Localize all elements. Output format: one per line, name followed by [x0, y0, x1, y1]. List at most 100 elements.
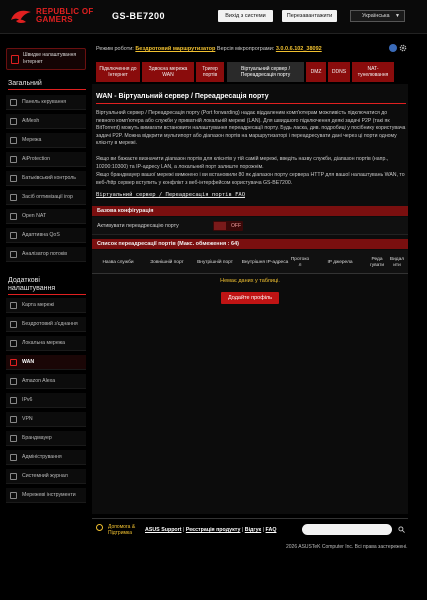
logout-button[interactable]: Вихід з системи: [218, 10, 273, 22]
vpn-icon: [10, 416, 17, 423]
chevron-down-icon: ▼: [395, 13, 400, 19]
col-protocol: Протоко л: [290, 257, 310, 268]
port-forwarding-list-header: Список переадресації портів (Макс. обмеж…: [92, 239, 408, 249]
sidebar-item-log[interactable]: Системний журнал: [6, 469, 86, 484]
sidebar-item-qos[interactable]: Адаптивна QoS: [6, 228, 86, 243]
brand-name: REPUBLIC OF GAMERS: [36, 8, 94, 24]
firmware-link[interactable]: 3.0.0.6.102_38092: [276, 46, 322, 52]
sidebar-item-label: IPv6: [22, 397, 33, 403]
tab-port-trigger[interactable]: Тригер портів: [196, 62, 224, 82]
col-edit: Реда гувати: [369, 257, 385, 268]
enable-port-forwarding-label: Активувати переадресацію порту: [97, 223, 179, 229]
sidebar-item-nat[interactable]: Open NAT: [6, 209, 86, 224]
globe-icon: [10, 359, 17, 366]
gamepad-icon: [10, 194, 17, 201]
title-divider: [96, 103, 406, 104]
footer-links: ASUS Support | Реєстрація продукту | Від…: [145, 527, 277, 533]
sidebar-item-dashboard[interactable]: Панель керування: [6, 95, 86, 110]
sidebar-item-label: VPN: [22, 416, 33, 422]
sidebar-item-label: Мережа: [22, 137, 42, 143]
dashboard-icon: [10, 99, 17, 106]
sidebar-item-label: Аналізатор потоків: [22, 251, 68, 257]
sidebar-item-label: WAN: [22, 359, 35, 365]
language-select[interactable]: Українська ▼: [350, 10, 405, 22]
sidebar-item-wireless[interactable]: Бездротовий з'єднання: [6, 317, 86, 332]
divider: [8, 89, 86, 90]
search-icon[interactable]: [398, 526, 405, 533]
sidebar-item-parental[interactable]: Батьківський контроль: [6, 171, 86, 186]
asus-support-link[interactable]: ASUS Support: [145, 527, 182, 533]
description-paragraph-2: Якщо ви бажаєте визначити діапазон порті…: [96, 156, 389, 170]
sidebar-item-label: Системний журнал: [22, 473, 68, 479]
ipv6-icon: [10, 397, 17, 404]
col-service-name: Назва служби: [102, 260, 134, 265]
tab-internet-connection[interactable]: Підключення до Інтернет: [96, 62, 140, 82]
nat-icon: [10, 213, 17, 220]
col-source-ip: IP джерела: [327, 260, 353, 265]
sidebar-item-globe[interactable]: WAN: [6, 355, 86, 370]
user-icon[interactable]: [389, 44, 397, 52]
tab-ddns[interactable]: DDNS: [328, 62, 350, 82]
tab-dmz[interactable]: DMZ: [306, 62, 326, 82]
mesh-icon: [10, 118, 17, 125]
sidebar-item-gamepad[interactable]: Засіб оптимізації ігор: [6, 190, 86, 205]
faq-link[interactable]: Віртуальний сервер / Переадресація порті…: [96, 192, 245, 198]
sidebar-item-label: Amazon Alexa: [22, 378, 56, 384]
sidebar-item-traffic[interactable]: Аналізатор потоків: [6, 247, 86, 262]
sidebar-item-label: Open NAT: [22, 213, 47, 219]
general-section-title: Загальний: [8, 80, 42, 87]
col-delete: Видал ити: [389, 257, 405, 268]
language-value: Українська: [362, 13, 390, 19]
product-registration-link[interactable]: Реєстрація продукту: [186, 527, 241, 533]
setup-icon: [11, 55, 19, 64]
quick-setup-button[interactable]: Швидке налаштування Інтернет: [6, 48, 86, 70]
sidebar-item-shield[interactable]: AiProtection: [6, 152, 86, 167]
model-name: GS-BE7200: [112, 11, 166, 21]
sidebar-item-label: Локальна мережа: [22, 340, 65, 346]
fw-label: Версія мікропрограми:: [216, 46, 275, 52]
description-paragraph-3: Якщо брандмауер вашої мережі вимкнено і …: [96, 172, 405, 186]
description-paragraph-1: Віртуальний сервер / Переадресація порту…: [96, 110, 406, 146]
shield-icon: [10, 156, 17, 163]
tab-dual-wan[interactable]: Здвоєна мережа WAN: [142, 62, 194, 82]
reboot-button[interactable]: Перезавантажити: [282, 10, 337, 22]
sidebar-item-label: Засіб оптимізації ігор: [22, 194, 73, 200]
sidebar-item-network[interactable]: Мережа: [6, 133, 86, 148]
help-icon: [96, 524, 103, 531]
sidebar-item-firewall[interactable]: Брандмауер: [6, 431, 86, 446]
sidebar-item-label: Адміністрування: [22, 454, 62, 460]
qos-icon: [10, 232, 17, 239]
sidebar-item-tools[interactable]: Мережеві інструменти: [6, 488, 86, 503]
empty-table-message: Немає даних у таблиці.: [220, 278, 280, 284]
tab-virtual-server[interactable]: Віртуальний сервер / Переадресація порту: [227, 62, 304, 82]
footer-search-input[interactable]: [302, 524, 392, 535]
sidebar-item-admin[interactable]: Адміністрування: [6, 450, 86, 465]
advanced-title-line-1: Додаткові: [8, 277, 40, 284]
sidebar-item-mesh[interactable]: AiMesh: [6, 114, 86, 129]
sidebar-item-lan[interactable]: Локальна мережа: [6, 336, 86, 351]
sidebar-item-vpn[interactable]: VPN: [6, 412, 86, 427]
mode-link[interactable]: Бездротовий маршрутизатор: [135, 46, 215, 52]
tab-nat-passthrough[interactable]: NAT-тунелювання: [352, 62, 394, 82]
sidebar-item-ipv6[interactable]: IPv6: [6, 393, 86, 408]
advanced-section-title: Додаткові налаштування: [8, 277, 55, 293]
feedback-link[interactable]: Відгук: [245, 527, 261, 533]
sidebar-item-label: AiMesh: [22, 118, 40, 124]
port-forwarding-toggle[interactable]: OFF: [213, 221, 243, 231]
help-support-link[interactable]: Допомога & Підтримка: [108, 524, 144, 536]
sidebar-item-label: Брандмауер: [22, 435, 52, 441]
copyright: 2026 ASUSTeK Computer Inc. Всі права зас…: [286, 544, 408, 550]
add-profile-button[interactable]: Додайте профіль: [221, 292, 279, 304]
sidebar-item-alexa[interactable]: Amazon Alexa: [6, 374, 86, 389]
toggle-state: OFF: [231, 223, 241, 229]
sidebar-item-map[interactable]: Карта мережі: [6, 298, 86, 313]
faq-footer-link[interactable]: FAQ: [266, 527, 277, 533]
sidebar-item-label: Бездротовий з'єднання: [22, 321, 78, 327]
rog-logo-icon: [11, 10, 31, 23]
divider: [8, 294, 86, 295]
sidebar-item-label: Батьківський контроль: [22, 175, 77, 181]
network-icon: [10, 137, 17, 144]
gear-icon[interactable]: [399, 44, 407, 52]
sidebar-item-label: Карта мережі: [22, 302, 55, 308]
brand-line-2: GAMERS: [36, 15, 73, 24]
